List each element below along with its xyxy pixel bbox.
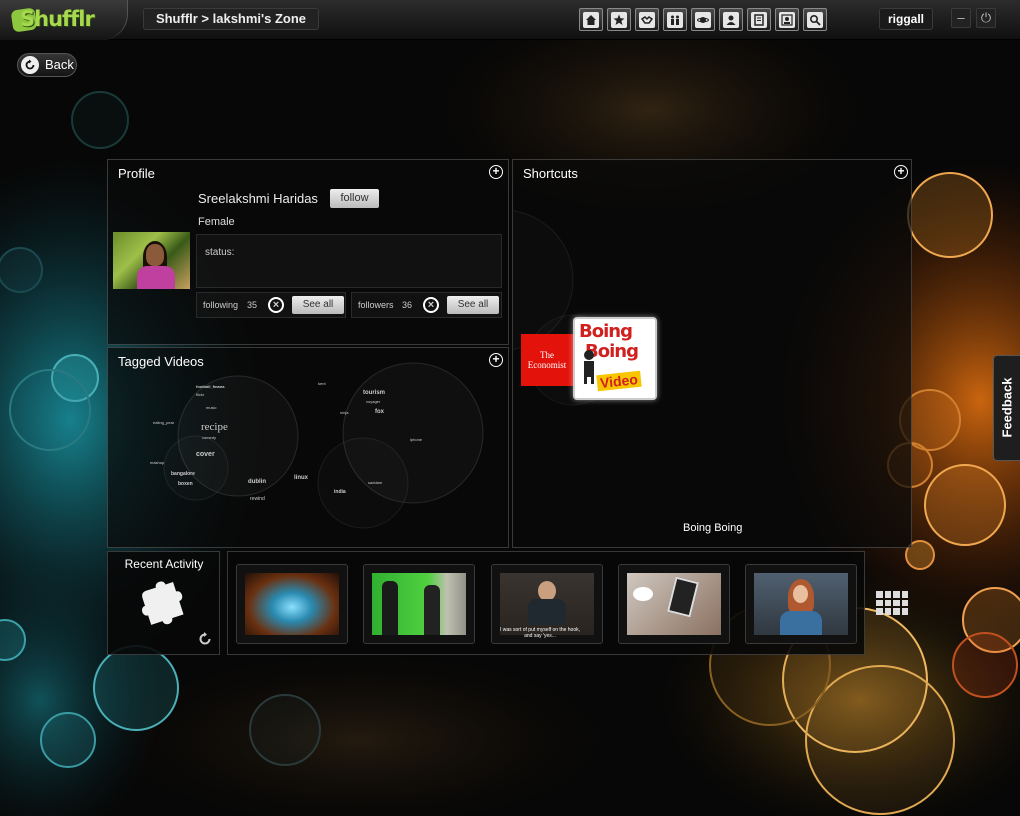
- status-box: status:: [196, 234, 502, 288]
- tag[interactable]: dublin: [248, 479, 266, 485]
- followers-count: 36: [402, 300, 413, 310]
- planet-icon[interactable]: [691, 8, 715, 31]
- tagged-videos-panel: Tagged Videos + recipe cover tourism fox…: [107, 347, 509, 548]
- user-menu[interactable]: riggall: [879, 8, 933, 30]
- tag[interactable]: mashup: [150, 460, 164, 465]
- back-button[interactable]: Back: [17, 53, 77, 77]
- tag[interactable]: eating_pear: [153, 420, 174, 425]
- following-label: following: [203, 300, 239, 310]
- video-thumbnail[interactable]: [745, 564, 857, 644]
- tag[interactable]: tourism: [363, 390, 385, 396]
- tag[interactable]: bangalore: [171, 471, 195, 477]
- followers-label: followers: [358, 300, 394, 310]
- recent-videos-strip: I was sort of put myself on the hook, an…: [227, 551, 865, 655]
- star-icon[interactable]: [607, 8, 631, 31]
- handshake-icon[interactable]: [635, 8, 659, 31]
- video-thumbnail[interactable]: I was sort of put myself on the hook, an…: [491, 564, 603, 644]
- puzzle-icon: [141, 581, 184, 625]
- search-icon[interactable]: [803, 8, 827, 31]
- logo-text: Shufflr: [20, 7, 95, 31]
- tablet-image: [627, 573, 721, 635]
- interview-image: [500, 573, 594, 635]
- shortcuts-panel: Shortcuts + The Economist Boing Boing Vi…: [512, 159, 912, 548]
- top-bar: Shufflr Shufflr > lakshmi's Zone riggall…: [0, 0, 1020, 40]
- people-icon[interactable]: [663, 8, 687, 31]
- tag-cloud-bubbles: [163, 362, 484, 529]
- following-box: following 35 × See all: [196, 292, 346, 318]
- recent-activity-title: Recent Activity: [124, 557, 204, 571]
- status-label: status:: [205, 247, 235, 258]
- video-thumbnail[interactable]: [236, 564, 348, 644]
- tag[interactable]: flickr: [196, 392, 204, 397]
- profile-name: Sreelakshmi Haridas: [198, 191, 318, 206]
- presenter-image: [754, 573, 848, 635]
- tag[interactable]: comedy: [202, 435, 216, 440]
- thumbnail-caption: I was sort of put myself on the hook, an…: [499, 627, 581, 639]
- user-badge-icon[interactable]: [719, 8, 743, 31]
- video-thumbnail[interactable]: [618, 564, 730, 644]
- following-count: 35: [247, 300, 258, 310]
- see-all-following-button[interactable]: See all: [292, 296, 344, 314]
- tag[interactable]: boxen: [178, 481, 193, 487]
- tag[interactable]: linux: [294, 475, 308, 481]
- followers-box: followers 36 × See all: [351, 292, 502, 318]
- nebula-image: [245, 573, 339, 635]
- tag[interactable]: kent: [318, 381, 326, 386]
- follow-button[interactable]: follow: [330, 189, 379, 208]
- shufflr-logo[interactable]: Shufflr: [0, 0, 128, 40]
- video-thumbnail[interactable]: [363, 564, 475, 644]
- add-icon[interactable]: +: [489, 165, 503, 179]
- tag[interactable]: music: [206, 405, 216, 410]
- home-icon[interactable]: [579, 8, 603, 31]
- tag[interactable]: rewind: [250, 496, 265, 502]
- tag[interactable]: football_fmana: [196, 384, 224, 389]
- shortcut-hover-label: Boing Boing: [683, 522, 743, 534]
- tag[interactable]: recipe: [201, 421, 228, 433]
- feedback-tab[interactable]: Feedback: [993, 355, 1020, 461]
- feedback-label: Feedback: [999, 377, 1015, 438]
- boing-mascot-icon: [584, 350, 594, 384]
- back-label: Back: [45, 57, 74, 72]
- minimize-button[interactable]: –: [951, 8, 971, 28]
- recent-activity-panel: Recent Activity: [107, 551, 220, 655]
- nav-icon-bar: [579, 8, 827, 31]
- profile-gender: Female: [198, 216, 235, 228]
- shortcut-economist[interactable]: The Economist: [521, 334, 573, 386]
- economist-line1: The: [540, 350, 554, 360]
- profile-icon[interactable]: [775, 8, 799, 31]
- avatar: [113, 232, 190, 289]
- see-all-followers-button[interactable]: See all: [447, 296, 499, 314]
- tag[interactable]: ninja: [340, 410, 348, 415]
- close-icon[interactable]: ×: [423, 297, 439, 313]
- tag[interactable]: saddam: [368, 480, 382, 485]
- notes-icon[interactable]: [747, 8, 771, 31]
- shortcut-boing-boing[interactable]: Boing Boing Video: [573, 317, 657, 400]
- refresh-icon[interactable]: [198, 632, 212, 646]
- breadcrumb[interactable]: Shufflr > lakshmi's Zone: [143, 8, 319, 30]
- tag[interactable]: voyager: [366, 399, 380, 404]
- profile-title: Profile: [118, 166, 155, 181]
- boing-line3: Video: [596, 370, 642, 392]
- back-arrow-icon: [21, 56, 39, 74]
- tag[interactable]: fox: [375, 409, 384, 415]
- boing-line1: Boing: [579, 321, 633, 342]
- profile-panel: Profile + Sreelakshmi Haridas follow Fem…: [107, 159, 509, 345]
- economist-line2: Economist: [527, 360, 567, 370]
- greenscreen-image: [372, 573, 466, 635]
- tag[interactable]: iphone: [410, 437, 422, 442]
- grid-view-icon[interactable]: [876, 591, 908, 615]
- tag[interactable]: cover: [196, 451, 215, 458]
- tag[interactable]: india: [334, 489, 346, 495]
- power-button[interactable]: ⏻: [976, 8, 996, 28]
- close-icon[interactable]: ×: [268, 297, 284, 313]
